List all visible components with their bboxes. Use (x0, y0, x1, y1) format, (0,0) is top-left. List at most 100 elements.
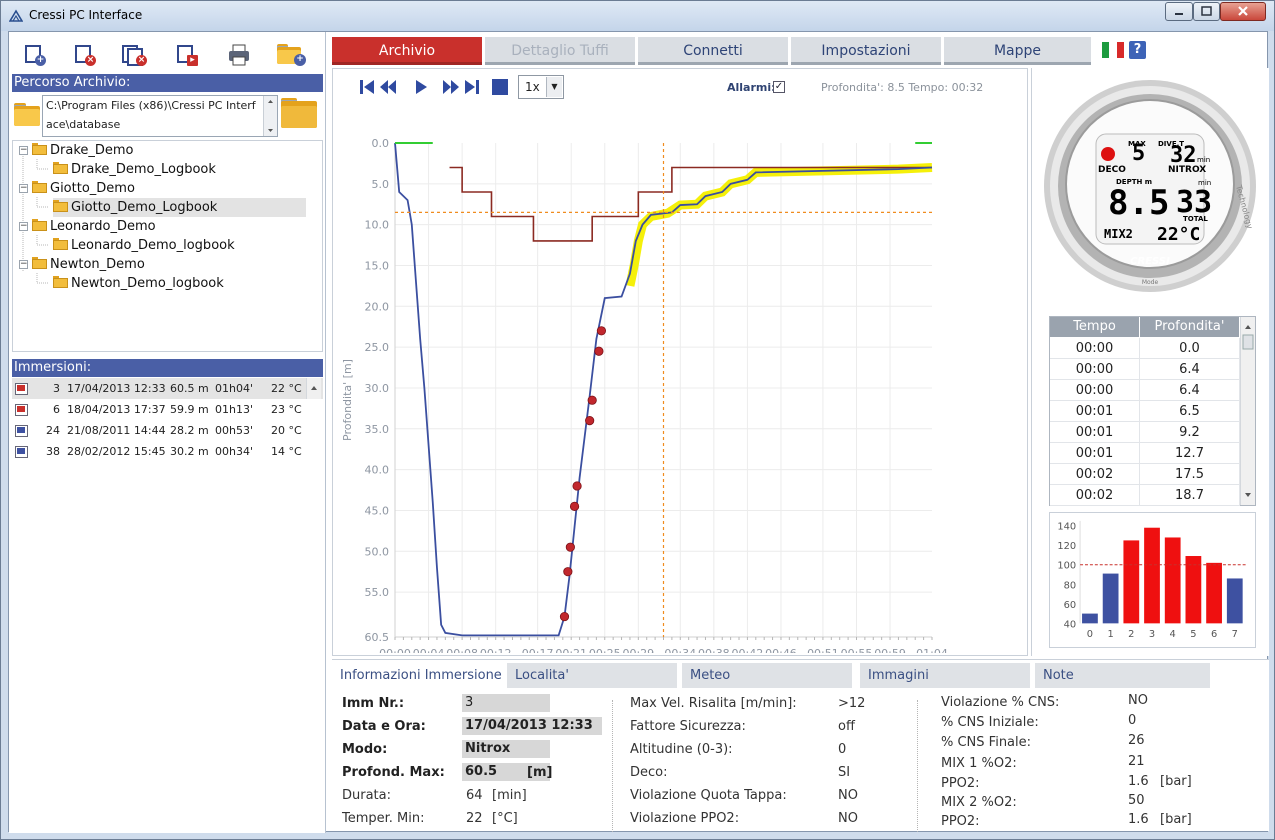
info-tab-notes[interactable]: Note (1035, 663, 1210, 688)
client-area: + × × ▸ + Percorso Archivio: C:\Program … (8, 31, 1269, 833)
right-panel: 5 MAX DIVE.T 32 min DECO NITROX DEPTH m … (1031, 68, 1269, 656)
x-tick-label: 00:04 (413, 647, 445, 653)
collapse-toggle[interactable]: − (19, 260, 28, 269)
collapse-toggle[interactable]: − (19, 222, 28, 231)
archive-path-field[interactable]: C:\Program Files (x86)\Cressi PC Interfa… (42, 95, 278, 137)
dive-alarm-icon (15, 383, 28, 395)
skip-end-icon[interactable] (461, 77, 481, 97)
y-tick-label: 50.0 (365, 545, 390, 558)
depth-table-cell-time: 00:02 (1050, 464, 1140, 485)
bar-y-tick-label: 100 (1057, 561, 1076, 572)
tree-item-leonardo-demo[interactable]: Leonardo_Demo (32, 217, 156, 236)
info-label: MIX 2 %O2: (941, 795, 1017, 810)
tissue-bar (1123, 540, 1140, 624)
watch-divet-unit: min (1197, 156, 1210, 164)
help-button[interactable]: ? (1129, 41, 1146, 59)
tree-item-newton-demo[interactable]: Newton_Demo (32, 255, 145, 274)
info-label: Durata: (342, 788, 392, 803)
info-tab-location[interactable]: Localita' (507, 663, 677, 688)
minimize-button[interactable] (1165, 2, 1193, 21)
dive-row[interactable]: 24 21/08/2011 14:44 28.2 m 00h53' 20 °C (12, 420, 323, 441)
path-scrollbar[interactable] (263, 96, 277, 136)
dives-header: Immersioni: (12, 359, 323, 377)
bar-x-tick-label: 5 (1190, 629, 1196, 640)
close-button[interactable] (1220, 2, 1266, 21)
stop-icon[interactable] (490, 77, 510, 97)
tree-item-drake-logbook[interactable]: Drake_Demo_Logbook (53, 160, 216, 179)
x-tick-label: 00:59 (874, 647, 906, 653)
browse-folder-button[interactable] (281, 98, 317, 128)
window-title: Cressi PC Interface (29, 8, 143, 22)
alarms-label: Allarmi: (727, 81, 776, 94)
y-tick-label: 35.0 (365, 423, 390, 436)
info-label: Deco: (630, 765, 668, 780)
printer-icon (229, 44, 249, 66)
play-icon[interactable] (411, 77, 431, 97)
alarms-checkbox[interactable]: ✓ (773, 81, 785, 93)
tissue-bar (1144, 527, 1160, 624)
italian-flag-icon[interactable] (1102, 42, 1124, 58)
tab-dettaglio-tuffi[interactable]: Dettaglio Tuffi (485, 37, 635, 65)
info-value: NO (1128, 693, 1148, 708)
collapse-toggle[interactable]: − (19, 146, 28, 155)
fast-forward-icon[interactable] (441, 77, 461, 97)
depth-table-cell-depth: 6.5 (1140, 401, 1240, 422)
info-value: >12 (838, 696, 866, 711)
dive-list-scrollbar[interactable] (306, 378, 321, 399)
folder-icon (53, 200, 68, 212)
tree-item-giotto-logbook[interactable]: Giotto_Demo_Logbook (53, 198, 306, 217)
info-tab-weather[interactable]: Meteo (682, 663, 852, 688)
y-tick-label: 15.0 (365, 259, 390, 272)
tab-mappe[interactable]: Mappe (944, 37, 1091, 65)
info-label: PPO2: (941, 776, 980, 791)
tab-impostazioni[interactable]: Impostazioni (791, 37, 941, 65)
tree-item-giotto-demo[interactable]: Giotto_Demo (32, 179, 135, 198)
y-tick-label: 45.0 (365, 504, 390, 517)
depth-table-cell-time: 00:02 (1050, 485, 1140, 506)
dive-profile-panel: 1x ▼ Allarmi: ✓ Profondita': 8.5 Tempo: 0… (332, 68, 1028, 656)
folder-icon (14, 103, 40, 126)
print-button[interactable] (227, 43, 253, 67)
bar-x-tick-label: 1 (1107, 629, 1113, 640)
add-badge-icon: + (35, 55, 46, 66)
skip-start-icon[interactable] (358, 77, 378, 97)
depth-table-header-time: Tempo (1050, 317, 1140, 337)
bar-y-tick-label: 140 (1057, 522, 1076, 533)
info-label: Temper. Min: (342, 811, 425, 826)
speed-select[interactable]: 1x ▼ (518, 75, 564, 99)
depth-profile-chart[interactable]: 00:0000:0400:0800:12 00:1700:2100:2500:29… (333, 101, 1027, 653)
x-tick-label: 00:21 (555, 647, 587, 653)
info-value: 26 (1128, 733, 1145, 748)
delete-archive-button[interactable]: × (72, 43, 98, 67)
dive-row[interactable]: 38 28/02/2012 15:45 30.2 m 00h34' 14 °C (12, 441, 323, 462)
new-archive-button[interactable]: + (22, 43, 48, 67)
tree-item-leonardo-logbook[interactable]: Leonardo_Demo_logbook (53, 236, 235, 255)
bar-y-tick-label: 40 (1064, 619, 1077, 630)
maximize-button[interactable] (1193, 2, 1220, 21)
dive-row[interactable]: 6 18/04/2013 17:37 59.9 m 01h13' 23 °C (12, 399, 323, 420)
export-button[interactable]: ▸ (174, 43, 200, 67)
y-tick-label: 30.0 (365, 382, 390, 395)
tissue-bar (1082, 613, 1098, 624)
fast-ascent-marker (569, 501, 580, 511)
info-unit: [bar] (1160, 774, 1192, 789)
tissue-bar (1226, 578, 1243, 624)
x-tick-label: 00:46 (765, 647, 797, 653)
tissue-bar (1164, 537, 1181, 624)
collapse-toggle[interactable]: − (19, 184, 28, 193)
rewind-icon[interactable] (378, 77, 398, 97)
info-tab-general[interactable]: Informazioni Immersione (332, 663, 502, 688)
tab-archivio[interactable]: Archivio (332, 37, 482, 65)
info-tab-images[interactable]: Immagini (860, 663, 1030, 688)
new-folder-button[interactable]: + (277, 43, 307, 67)
delete-all-button[interactable]: × (121, 43, 147, 67)
dive-row[interactable]: 3 17/04/2013 12:33 60.5 m 01h04' 22 °C (12, 378, 323, 399)
tree-item-newton-logbook[interactable]: Newton_Demo_logbook (53, 274, 224, 293)
depth-table-cell-depth: 6.4 (1140, 359, 1240, 380)
depth-table-scrollbar[interactable] (1240, 317, 1255, 505)
tab-connetti[interactable]: Connetti (638, 37, 788, 65)
watch-mix: MIX2 (1104, 227, 1133, 241)
watch-mode: Mode (1142, 279, 1159, 286)
watch-total-label: TOTAL (1183, 215, 1208, 223)
tree-item-drake-demo[interactable]: Drake_Demo (32, 141, 134, 160)
